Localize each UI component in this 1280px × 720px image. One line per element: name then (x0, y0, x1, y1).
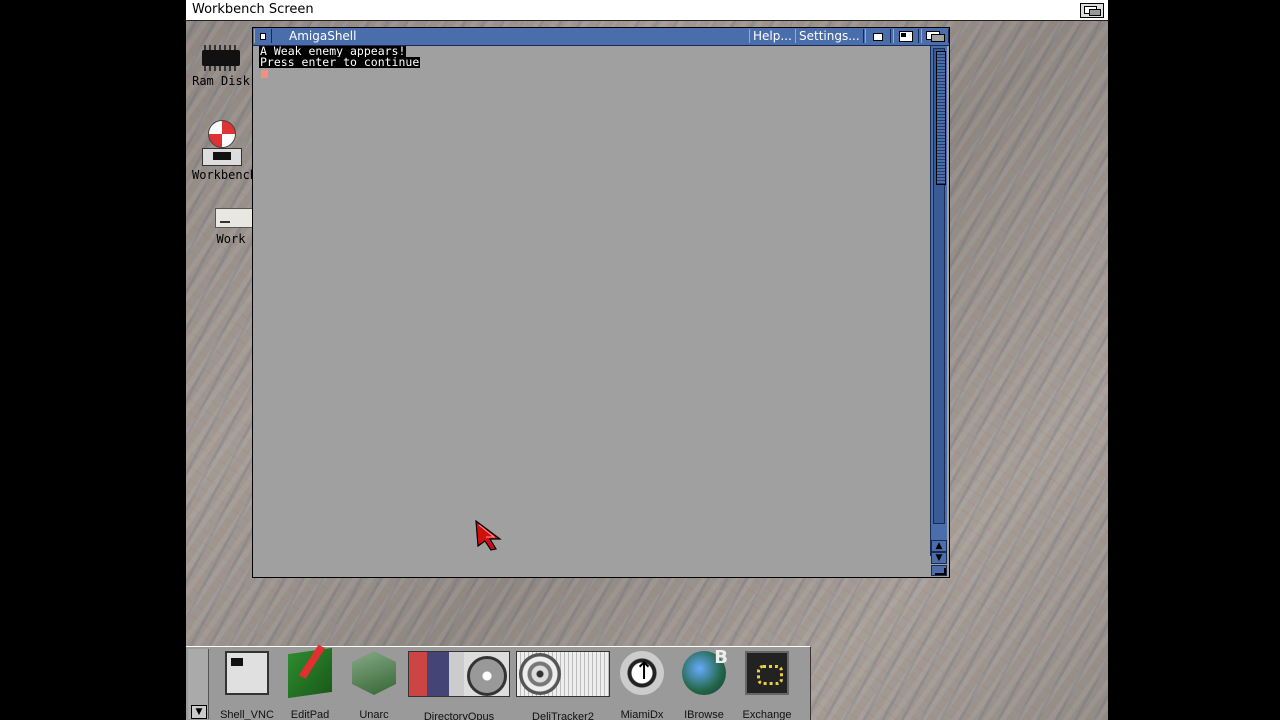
unarc-icon (352, 651, 396, 695)
console-line: Press enter to continue (259, 55, 421, 69)
depth-arrange-icon[interactable] (921, 29, 949, 43)
window-title: AmigaShell (289, 29, 357, 43)
scrollbar-track[interactable] (933, 48, 946, 524)
screen-title: Workbench Screen (192, 2, 314, 17)
ram-disk-label: Ram Disk (192, 74, 250, 88)
dock-item-label: EditPad (290, 709, 330, 720)
dock-item-miamidx[interactable]: MiamiDx (618, 651, 666, 720)
ram-disk-icon[interactable]: Ram Disk (186, 44, 256, 88)
exchange-icon (745, 651, 789, 695)
workbench-disk-label: Workbench (192, 168, 258, 182)
zoom-icon[interactable] (893, 29, 919, 43)
work-drive-icon[interactable]: Work (206, 204, 256, 246)
settings-button[interactable]: Settings... (795, 29, 864, 43)
screen-title-bar[interactable]: Workbench Screen (186, 0, 1108, 21)
miami-icon (620, 651, 664, 695)
screen-depth-gadget[interactable] (1080, 3, 1104, 18)
shell-icon (225, 651, 269, 695)
iconify-icon[interactable] (865, 29, 891, 43)
dock-item-label: Unarc (359, 709, 389, 720)
ram-chip-icon (200, 44, 242, 74)
help-button[interactable]: Help... (749, 29, 796, 43)
scroll-up-icon[interactable]: ▲ (931, 540, 947, 552)
dock-item-exchange[interactable]: Exchange (740, 651, 794, 720)
dock-item-shell-vnc[interactable]: Shell_VNC (218, 651, 276, 720)
console-output: A Weak enemy appears! Press enter to con… (259, 45, 421, 69)
workbench-screen: Workbench Screen Ram Disk Workbench Work… (186, 0, 1108, 720)
dock-item-unarc[interactable]: Unarc (350, 651, 398, 720)
dock-item-label: Shell_VNC (220, 709, 274, 720)
dock-item-delitracker2[interactable]: DeliTracker2 (516, 651, 610, 720)
amigashell-window: AmigaShell Help... Settings... A Weak en… (252, 27, 950, 578)
dock-item-label: DeliTracker2 (532, 711, 594, 720)
dock-item-label: Exchange (742, 709, 792, 720)
chevron-down-icon[interactable]: ▼ (191, 705, 207, 719)
directory-opus-icon (408, 651, 510, 697)
editpad-icon (288, 647, 332, 699)
boing-ball-icon (200, 120, 244, 168)
dock-item-ibrowse[interactable]: IBrowse (680, 647, 728, 720)
dock-item-label: DirectoryOpus (423, 711, 495, 720)
hard-drive-icon (211, 204, 253, 232)
ibrowse-icon (682, 647, 728, 695)
text-cursor (261, 70, 268, 78)
dock-handle[interactable]: ▼ (188, 649, 209, 719)
close-icon[interactable] (254, 29, 272, 43)
mouse-pointer-icon (475, 519, 502, 551)
scroll-down-icon[interactable]: ▼ (931, 552, 947, 564)
dock-item-label: IBrowse (684, 709, 724, 720)
app-dock: ▼ Shell_VNC EditPad Unarc DirectoryOpus … (186, 646, 811, 720)
scrollbar-knob[interactable] (936, 51, 946, 185)
dock-item-label: MiamiDx (620, 709, 664, 720)
dock-item-directoryopus[interactable]: DirectoryOpus (408, 651, 510, 720)
resize-gadget-icon[interactable] (931, 565, 947, 576)
vertical-scrollbar[interactable] (930, 46, 947, 556)
shell-console-area[interactable]: A Weak enemy appears! Press enter to con… (257, 45, 930, 575)
work-drive-label: Work (216, 232, 246, 246)
workbench-disk-icon[interactable]: Workbench (192, 120, 258, 182)
dock-item-editpad[interactable]: EditPad (286, 647, 334, 720)
delitracker-icon (516, 651, 610, 697)
